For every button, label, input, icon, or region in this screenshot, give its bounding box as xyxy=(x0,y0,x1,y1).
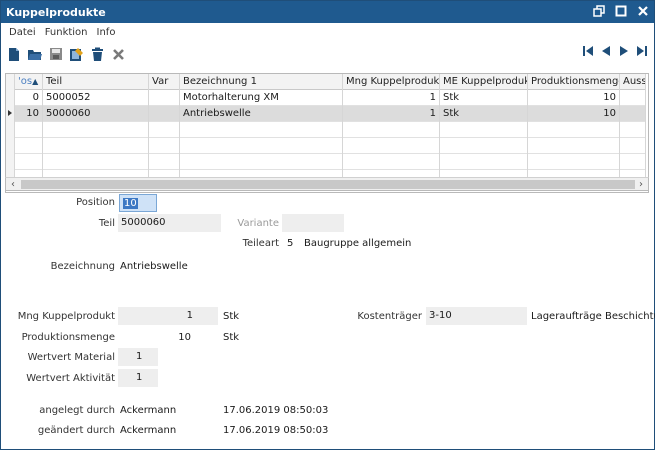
variante-label: Variante xyxy=(237,218,279,229)
teileart-text: Baugruppe allgemein xyxy=(304,238,412,249)
empty-row xyxy=(6,122,646,138)
cell-pos: 0 xyxy=(15,90,43,106)
row-indicator-header xyxy=(6,74,15,90)
bezeichnung-value: Antriebswelle xyxy=(120,261,188,272)
horizontal-scrollbar[interactable]: ‹ › xyxy=(5,177,649,191)
sort-asc-icon: ▲ xyxy=(32,77,39,86)
produktionsmenge-unit: Stk xyxy=(223,332,240,343)
products-table: 'os▲ Teil Var Bezeichnung 1 Mng Kuppelpr… xyxy=(5,73,649,193)
variante-field[interactable] xyxy=(282,214,344,232)
position-input[interactable]: 10 xyxy=(119,194,157,212)
toolbar xyxy=(5,45,127,63)
previous-record-icon[interactable] xyxy=(600,45,612,60)
kostentraeger-label: Kostenträger xyxy=(357,311,422,322)
cell-var xyxy=(149,106,180,122)
column-header-teil[interactable]: Teil xyxy=(43,74,149,90)
produktionsmenge-label: Produktionsmenge xyxy=(21,332,115,343)
cell-auss xyxy=(620,106,646,122)
empty-row xyxy=(6,154,646,170)
wertvert-aktivitaet-label: Wertvert Aktivität xyxy=(26,373,115,384)
last-record-icon[interactable] xyxy=(636,45,648,60)
column-header-me[interactable]: ME Kuppelprodukt xyxy=(440,74,528,90)
current-row-icon xyxy=(8,110,12,116)
position-label: Position xyxy=(76,197,115,208)
record-navigation xyxy=(582,45,648,60)
column-header-produktionsmenge[interactable]: Produktionsmenge xyxy=(528,74,620,90)
open-folder-icon[interactable] xyxy=(26,46,43,63)
column-header-bezeichnung[interactable]: Bezeichnung 1 xyxy=(180,74,343,90)
angelegt-user: Ackermann xyxy=(120,405,177,416)
mng-kuppelprodukt-field[interactable]: 1 xyxy=(118,307,218,325)
wertvert-material-field[interactable]: 1 xyxy=(118,348,158,366)
cell-bezeichnung: Antriebswelle xyxy=(180,106,343,122)
teileart-code: 5 xyxy=(287,238,294,249)
teil-label: Teil xyxy=(98,218,115,229)
scroll-right-icon[interactable]: › xyxy=(634,178,648,191)
cell-auss xyxy=(620,90,646,106)
menu-funktion[interactable]: Funktion xyxy=(41,25,93,41)
window-title: Kuppelprodukte xyxy=(6,5,106,19)
menu-datei[interactable]: Datei xyxy=(5,25,41,41)
edit-icon[interactable] xyxy=(68,46,85,63)
cell-me: Stk xyxy=(440,90,528,106)
cancel-icon[interactable] xyxy=(110,46,127,63)
column-header-auss[interactable]: Auss xyxy=(620,74,646,90)
wertvert-aktivitaet-field[interactable]: 1 xyxy=(118,369,158,387)
cell-teil: 5000060 xyxy=(43,106,149,122)
column-header-mng[interactable]: Mng Kuppelprodukt xyxy=(343,74,440,90)
window-controls xyxy=(592,4,650,18)
column-header-pos[interactable]: 'os▲ xyxy=(15,74,43,90)
new-document-icon[interactable] xyxy=(5,46,22,63)
geaendert-date: 17.06.2019 08:50:03 xyxy=(223,425,329,436)
menubar: Datei Funktion Info xyxy=(1,25,120,41)
next-record-icon[interactable] xyxy=(618,45,630,60)
window: Kuppelprodukte Datei Funktion Info 'os▲ … xyxy=(0,0,655,450)
cell-var xyxy=(149,90,180,106)
empty-row xyxy=(6,138,646,154)
kostentraeger-field[interactable]: 3-10 xyxy=(426,307,527,325)
mng-kuppelprodukt-label: Mng Kuppelprodukt xyxy=(17,311,115,322)
titlebar: Kuppelprodukte xyxy=(1,1,654,23)
bezeichnung-label: Bezeichnung xyxy=(50,261,115,272)
cell-me: Stk xyxy=(440,106,528,122)
cell-bezeichnung: Motorhalterung XM xyxy=(180,90,343,106)
table-row[interactable]: 0 5000052 Motorhalterung XM 1 Stk 10 xyxy=(6,90,646,106)
cell-mng: 1 xyxy=(343,106,440,122)
wertvert-material-label: Wertvert Material xyxy=(27,352,115,363)
angelegt-durch-label: angelegt durch xyxy=(39,405,115,416)
geaendert-user: Ackermann xyxy=(120,425,177,436)
cell-teil: 5000052 xyxy=(43,90,149,106)
delete-icon[interactable] xyxy=(89,46,106,63)
geaendert-durch-label: geändert durch xyxy=(37,425,115,436)
close-icon[interactable] xyxy=(636,4,650,18)
teil-field[interactable]: 5000060 xyxy=(118,214,221,232)
column-header-var[interactable]: Var xyxy=(149,74,180,90)
angelegt-date: 17.06.2019 08:50:03 xyxy=(223,405,329,416)
row-indicator xyxy=(6,106,15,122)
cell-mng: 1 xyxy=(343,90,440,106)
restore-icon[interactable] xyxy=(592,4,606,18)
scroll-left-icon[interactable]: ‹ xyxy=(6,178,20,191)
table-row-selected[interactable]: 10 5000060 Antriebswelle 1 Stk 10 xyxy=(6,106,646,122)
table-header: 'os▲ Teil Var Bezeichnung 1 Mng Kuppelpr… xyxy=(6,74,646,90)
cell-pos: 10 xyxy=(15,106,43,122)
produktionsmenge-value: 10 xyxy=(178,332,191,343)
save-icon[interactable] xyxy=(47,46,64,63)
cell-produktionsmenge: 10 xyxy=(528,106,620,122)
mng-unit: Stk xyxy=(223,311,240,322)
menu-info[interactable]: Info xyxy=(93,25,121,41)
first-record-icon[interactable] xyxy=(582,45,594,60)
row-indicator xyxy=(6,90,15,106)
maximize-icon[interactable] xyxy=(614,4,628,18)
teileart-label: Teileart xyxy=(242,238,279,249)
scrollbar-thumb[interactable] xyxy=(21,180,635,189)
cell-produktionsmenge: 10 xyxy=(528,90,620,106)
kostentraeger-text: Lageraufträge Beschichtun xyxy=(531,311,655,322)
